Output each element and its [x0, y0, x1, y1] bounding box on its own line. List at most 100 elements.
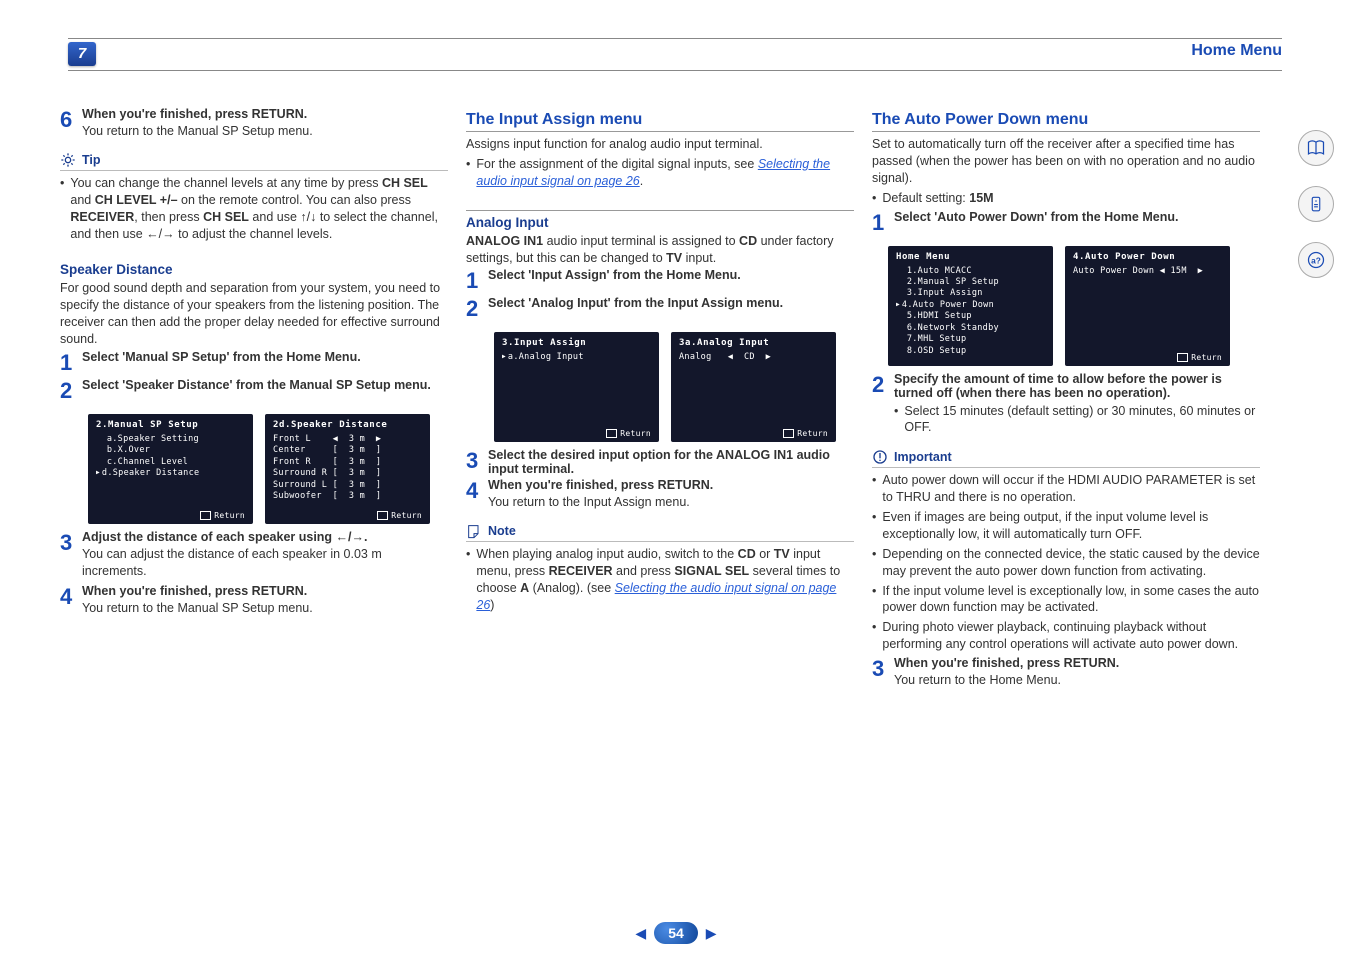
receiver-key: RECEIVER: [70, 210, 134, 224]
osd-line: 1.Auto MCACC: [896, 266, 1045, 277]
osd-line: Front R [ 3 m ]: [273, 457, 422, 468]
text: to adjust the channel levels.: [175, 227, 333, 241]
apd-step-3-title: When you're finished, press RETURN.: [894, 656, 1260, 670]
osd-line: 7.MHL Setup: [896, 334, 1045, 345]
osd-line: Center [ 3 m ]: [273, 445, 422, 456]
text: on the remote control. You can also pres…: [178, 193, 411, 207]
speaker-distance-intro: For good sound depth and separation from…: [60, 280, 448, 348]
important-bullet: If the input volume level is exceptional…: [872, 583, 1260, 617]
header-rule-top: [68, 38, 1282, 39]
ch-sel-key: CH SEL: [203, 210, 249, 224]
default-setting: Default setting: 15M: [872, 190, 1260, 207]
step-number: 6: [60, 107, 82, 142]
side-icon-glossary[interactable]: a?: [1298, 242, 1334, 278]
important-header: Important: [872, 449, 1260, 468]
ch-level-key: CH LEVEL +/–: [95, 193, 178, 207]
apd-step-1: 1 Select 'Auto Power Down' from the Home…: [872, 210, 1260, 236]
osd-speaker-distance: 2d.Speaker Distance Front L ◀ 3 m ▶ Cent…: [265, 414, 430, 524]
text: Depending on the connected device, the s…: [882, 546, 1260, 580]
osd-line: a.Speaker Setting: [96, 434, 245, 445]
input-assign-intro: Assigns input function for analog audio …: [466, 136, 854, 153]
osd-line: b.X.Over: [96, 445, 245, 456]
osd-return-label: Return: [1177, 353, 1222, 362]
arrow-right-icon: →: [162, 227, 175, 241]
text: ): [490, 598, 494, 612]
text: and: [70, 193, 94, 207]
auto-power-down-heading: The Auto Power Down menu: [872, 111, 1260, 132]
header-section-title: Home Menu: [1191, 42, 1282, 60]
a-key: A: [520, 581, 529, 595]
apd-step-1-title: Select 'Auto Power Down' from the Home M…: [894, 210, 1260, 224]
osd-title: 3a.Analog Input: [679, 338, 828, 348]
side-nav-icons: a?: [1298, 130, 1334, 278]
apd-step-2-bullet: Select 15 minutes (default setting) or 3…: [894, 403, 1260, 437]
osd-line: 5.HDMI Setup: [896, 311, 1045, 322]
osd-return-label: Return: [783, 429, 828, 438]
text: (Analog). (see: [529, 581, 614, 595]
text: When you're finished, press: [82, 107, 252, 121]
text: Select 15 minutes (default setting) or 3…: [904, 403, 1260, 437]
side-icon-remote[interactable]: [1298, 186, 1334, 222]
text: When you're finished, press: [82, 584, 252, 598]
osd-line-selected: 4.Auto Power Down: [896, 300, 1045, 311]
cd-key: CD: [738, 547, 756, 561]
arrow-left-icon: ←: [146, 227, 159, 241]
step-number: 4: [60, 584, 82, 619]
step-number: 3: [60, 530, 82, 582]
analog-in1-key: ANALOG IN1: [466, 234, 543, 248]
osd-line: 8.OSD Setup: [896, 346, 1045, 357]
step-6-title: When you're finished, press RETURN.: [82, 107, 448, 121]
osd-title: 3.Input Assign: [502, 338, 651, 348]
apd-step-2: 2 Specify the amount of time to allow be…: [872, 372, 1260, 440]
text: .: [710, 478, 713, 492]
osd-line: 2.Manual SP Setup: [896, 277, 1045, 288]
tip-bullet: You can change the channel levels at any…: [60, 175, 448, 243]
text: .: [304, 107, 307, 121]
text: Even if images are being output, if the …: [882, 509, 1260, 543]
ia-step-2: 2 Select 'Analog Input' from the Input A…: [466, 296, 854, 322]
step-number: 1: [872, 210, 894, 236]
text: audio input terminal is assigned to: [543, 234, 739, 248]
sd-step-3-body: You can adjust the distance of each spea…: [82, 546, 448, 580]
text: input.: [682, 251, 716, 265]
text: and press: [613, 564, 675, 578]
apd-step-3: 3 When you're finished, press RETURN. Yo…: [872, 656, 1260, 691]
osd-line: Subwoofer [ 3 m ]: [273, 491, 422, 502]
sd-step-1-title: Select 'Manual SP Setup' from the Home M…: [82, 350, 448, 364]
column-3: The Auto Power Down menu Set to automati…: [872, 105, 1260, 691]
text: or: [756, 547, 774, 561]
note-label: Note: [488, 524, 516, 538]
text: Auto power down will occur if the HDMI A…: [882, 472, 1260, 506]
osd-title: Home Menu: [896, 252, 1045, 262]
tip-header: Tip: [60, 152, 448, 171]
osd-return-label: Return: [377, 511, 422, 520]
default-value: 15M: [969, 191, 993, 205]
text: and use: [249, 210, 300, 224]
ia-step-1: 1 Select 'Input Assign' from the Home Me…: [466, 268, 854, 294]
sd-step-2-title: Select 'Speaker Distance' from the Manua…: [82, 378, 448, 392]
step-number: 1: [60, 350, 82, 376]
ia-step-3: 3 Select the desired input option for th…: [466, 448, 854, 476]
step-number: 3: [466, 448, 488, 476]
important-icon: [872, 449, 888, 465]
note-header: Note: [466, 523, 854, 542]
side-icon-book[interactable]: [1298, 130, 1334, 166]
tv-key: TV: [666, 251, 682, 265]
sd-step-4: 4 When you're finished, press RETURN. Yo…: [60, 584, 448, 619]
text: , then press: [134, 210, 203, 224]
ia-step-2-title: Select 'Analog Input' from the Input Ass…: [488, 296, 854, 310]
column-2: The Input Assign menu Assigns input func…: [466, 105, 854, 691]
osd-screens-input: 3.Input Assign a.Analog Input Return 3a.…: [494, 332, 854, 442]
sd-step-1: 1 Select 'Manual SP Setup' from the Home…: [60, 350, 448, 376]
important-bullet: Even if images are being output, if the …: [872, 509, 1260, 543]
text: If the input volume level is exceptional…: [882, 583, 1260, 617]
page-next-button[interactable]: ▶: [706, 925, 717, 942]
analog-input-intro: ANALOG IN1 audio input terminal is assig…: [466, 233, 854, 267]
text: You can change the channel levels at any…: [70, 176, 382, 190]
osd-input-assign: 3.Input Assign a.Analog Input Return: [494, 332, 659, 442]
osd-screens-apd: Home Menu 1.Auto MCACC 2.Manual SP Setup…: [888, 246, 1260, 366]
step-number: 2: [872, 372, 894, 440]
apd-step-3-body: You return to the Home Menu.: [894, 672, 1260, 689]
return-key: RETURN: [1064, 656, 1116, 670]
page-prev-button[interactable]: ◀: [635, 925, 646, 942]
